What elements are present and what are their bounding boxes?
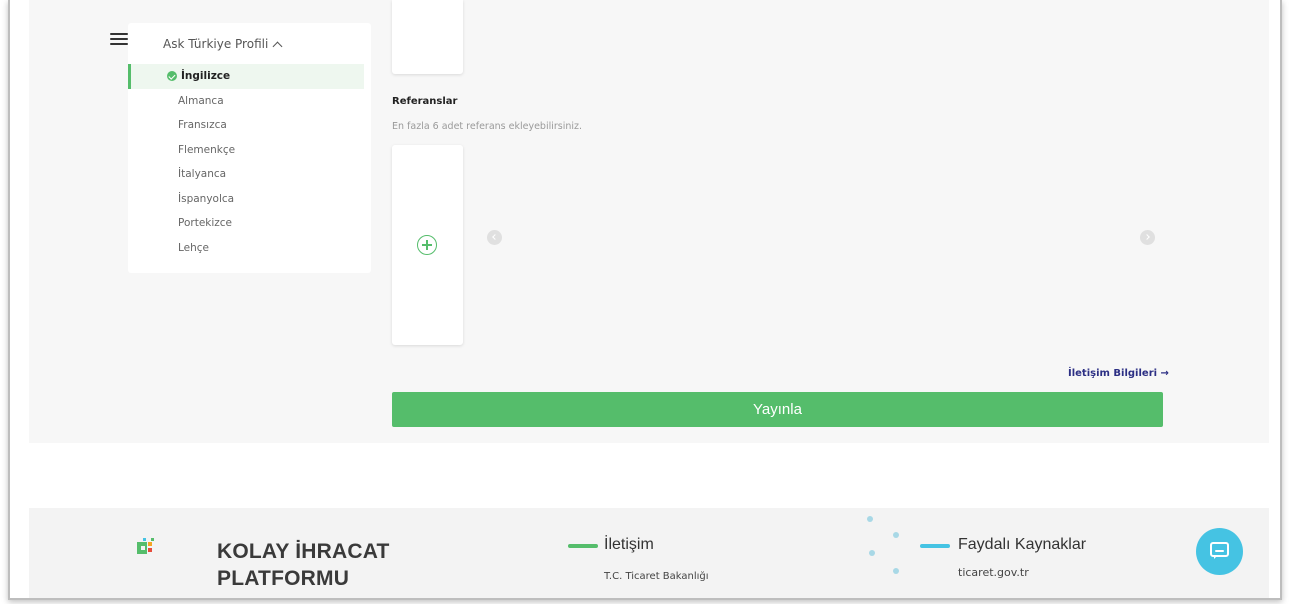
contact-line: T.C. Ticaret Bakanlığı: [604, 571, 709, 582]
footer: KOLAY İHRACAT PLATFORMU İletişim T.C. Ti…: [29, 508, 1269, 598]
language-label: Fransızca: [178, 119, 227, 131]
references-hint: En fazla 6 adet referans ekleyebilirsini…: [392, 121, 583, 132]
language-item-almanca[interactable]: Almanca: [128, 89, 364, 114]
chat-icon: [1210, 542, 1229, 559]
language-sidebar: Ask Türkiye Profili İngilizce Almanca Fr…: [128, 23, 371, 273]
language-item-italyanca[interactable]: İtalyanca: [128, 162, 364, 187]
publish-button[interactable]: Yayınla: [392, 392, 1163, 427]
language-label: İtalyanca: [178, 168, 227, 180]
add-reference-card[interactable]: [392, 145, 463, 345]
language-list: İngilizce Almanca Fransızca Flemenkçe İt…: [128, 64, 364, 260]
language-label: İspanyolca: [178, 192, 235, 205]
language-item-flemenkce[interactable]: Flemenkçe: [128, 138, 364, 163]
language-label: Portekizce: [178, 217, 233, 229]
language-item-fransizca[interactable]: Fransızca: [128, 113, 364, 138]
language-label: Lehçe: [178, 241, 210, 254]
logo-icon: [137, 538, 155, 556]
decorative-dot: [869, 550, 875, 556]
language-label: Almanca: [178, 94, 224, 107]
contact-bar: [568, 544, 598, 548]
chevron-up-icon: [272, 41, 283, 51]
chevron-right-icon[interactable]: [1140, 230, 1155, 245]
language-label: Flemenkçe: [178, 143, 236, 156]
language-item-lehce[interactable]: Lehçe: [128, 236, 364, 261]
resources-link[interactable]: ticaret.gov.tr: [958, 566, 1029, 579]
references-title: Referanslar: [392, 96, 458, 107]
hamburger-menu-icon[interactable]: [110, 33, 128, 45]
contact-section-title: İletişim: [604, 536, 654, 553]
decorative-dot: [893, 532, 899, 538]
plus-circle-icon[interactable]: [417, 235, 437, 255]
decorative-dot: [867, 516, 873, 522]
chat-button[interactable]: [1196, 528, 1243, 575]
language-item-portekizce[interactable]: Portekizce: [128, 211, 364, 236]
brand-name: KOLAY İHRACAT PLATFORMU: [217, 540, 390, 590]
language-item-ingilizce[interactable]: İngilizce: [128, 64, 364, 89]
chevron-left-icon[interactable]: [487, 230, 502, 245]
language-label: İngilizce: [181, 70, 231, 82]
contact-info-link[interactable]: İletişim Bilgileri →: [1068, 368, 1169, 379]
language-item-ispanyolca[interactable]: İspanyolca: [128, 187, 364, 212]
sidebar-title[interactable]: Ask Türkiye Profili: [163, 37, 283, 51]
resources-section-title: Faydalı Kaynaklar: [958, 536, 1087, 553]
image-upload-card[interactable]: [392, 0, 463, 74]
decorative-dot: [893, 568, 899, 574]
resources-bar: [920, 544, 950, 548]
browser-window: Ask Türkiye Profili İngilizce Almanca Fr…: [8, 0, 1282, 600]
sidebar-title-label: Ask Türkiye Profili: [163, 37, 269, 51]
check-circle-icon: [167, 71, 177, 81]
